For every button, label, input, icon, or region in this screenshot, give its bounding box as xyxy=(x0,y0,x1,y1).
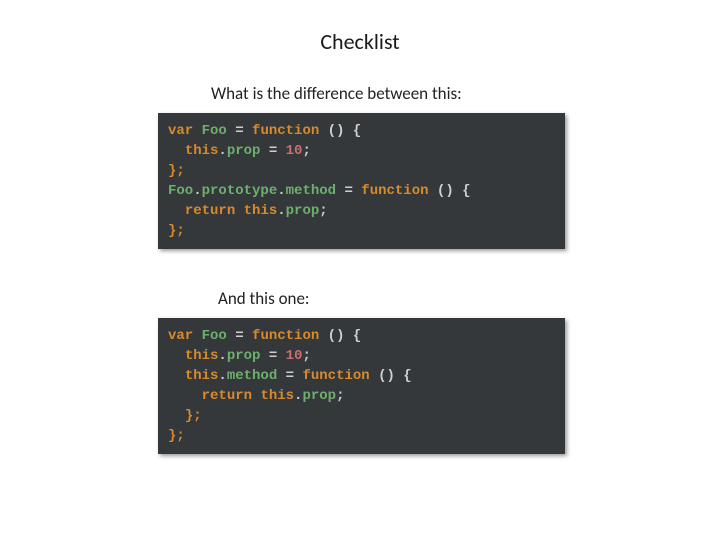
code-block-1: var Foo = function () { this.prop = 10; … xyxy=(158,113,565,249)
keyword-return: return xyxy=(185,203,235,219)
property: prototype xyxy=(202,183,278,199)
semicolon: ; xyxy=(302,143,310,159)
dot: . xyxy=(277,203,285,219)
indent xyxy=(168,388,202,404)
number: 10 xyxy=(286,143,303,159)
keyword-this: this xyxy=(185,368,219,384)
property: method xyxy=(286,183,336,199)
indent xyxy=(168,408,185,424)
keyword-var: var xyxy=(168,123,193,139)
close-brace: }; xyxy=(185,408,202,424)
dot: . xyxy=(277,183,285,199)
identifier: Foo xyxy=(193,123,235,139)
slide-title: Checklist xyxy=(0,28,720,55)
keyword-function: function xyxy=(252,328,319,344)
keyword-return: return xyxy=(202,388,252,404)
keyword-this: this xyxy=(244,203,278,219)
property: method xyxy=(227,368,277,384)
operator: = xyxy=(235,328,252,344)
semicolon: ; xyxy=(319,203,327,219)
operator: = xyxy=(336,183,361,199)
question-2: And this one: xyxy=(218,288,309,309)
identifier: Foo xyxy=(168,183,193,199)
close-brace: }; xyxy=(168,223,185,239)
property: prop xyxy=(286,203,320,219)
dot: . xyxy=(193,183,201,199)
operator: = xyxy=(235,123,252,139)
semicolon: ; xyxy=(302,348,310,364)
keyword-function: function xyxy=(302,368,369,384)
identifier: Foo xyxy=(193,328,235,344)
dot: . xyxy=(218,368,226,384)
operator: = xyxy=(260,143,285,159)
indent xyxy=(168,348,185,364)
code-block-2: var Foo = function () { this.prop = 10; … xyxy=(158,318,565,454)
keyword-var: var xyxy=(168,328,193,344)
number: 10 xyxy=(286,348,303,364)
indent xyxy=(168,368,185,384)
operator: = xyxy=(260,348,285,364)
operator: = xyxy=(277,368,302,384)
property: prop xyxy=(302,388,336,404)
keyword-this: this xyxy=(185,348,219,364)
close-brace: }; xyxy=(168,428,185,444)
punct: () { xyxy=(429,183,471,199)
semicolon: ; xyxy=(336,388,344,404)
close-brace: }; xyxy=(168,163,185,179)
punct: () { xyxy=(319,123,361,139)
property: prop xyxy=(227,348,261,364)
question-1: What is the difference between this: xyxy=(211,83,462,104)
keyword-function: function xyxy=(361,183,428,199)
punct: () { xyxy=(319,328,361,344)
keyword-function: function xyxy=(252,123,319,139)
dot: . xyxy=(218,143,226,159)
punct: () { xyxy=(370,368,412,384)
indent xyxy=(168,143,185,159)
indent xyxy=(168,203,185,219)
property: prop xyxy=(227,143,261,159)
keyword-this: this xyxy=(260,388,294,404)
space xyxy=(235,203,243,219)
keyword-this: this xyxy=(185,143,219,159)
dot: . xyxy=(218,348,226,364)
